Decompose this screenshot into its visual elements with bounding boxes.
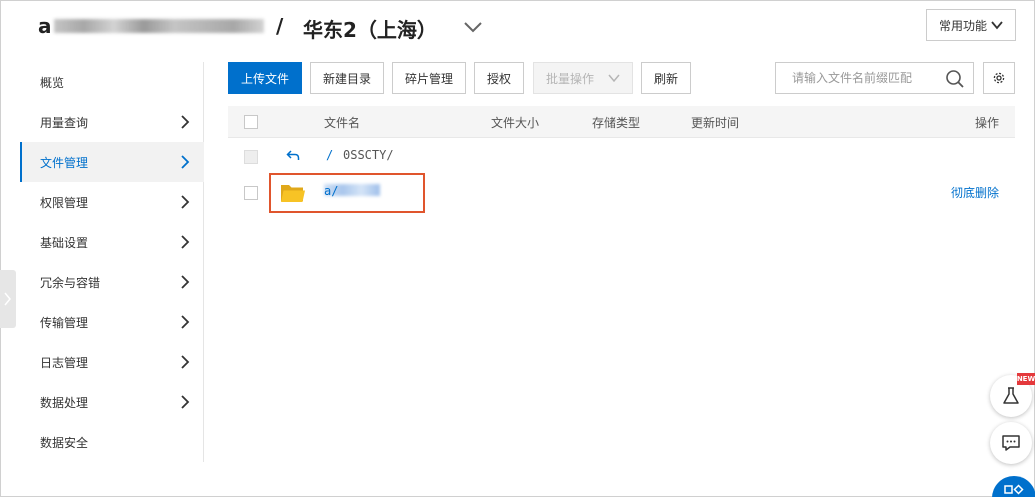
- sidebar-item-label: 权限管理: [40, 195, 89, 210]
- breadcrumb-path: 0SSCTY/: [343, 148, 394, 162]
- column-file-size: 文件大小: [491, 116, 540, 130]
- table-row-parent: / 0SSCTY/: [228, 138, 1015, 176]
- column-storage-type: 存储类型: [592, 116, 641, 130]
- bucket-name-prefix: a: [38, 14, 52, 38]
- chevron-right-icon: [4, 292, 11, 306]
- column-file-name: 文件名: [324, 116, 361, 130]
- settings-button[interactable]: [983, 62, 1015, 94]
- sidebar-item-transfer[interactable]: 传输管理: [20, 302, 204, 342]
- chevron-down-icon: [608, 74, 620, 83]
- search-input[interactable]: [792, 71, 942, 85]
- sidebar-item-usage[interactable]: 用量查询: [20, 102, 204, 142]
- select-all-checkbox[interactable]: [244, 115, 258, 129]
- sidebar-item-label: 冗余与容错: [40, 275, 101, 290]
- chevron-right-icon: [181, 115, 190, 129]
- batch-operations-button: 批量操作: [533, 62, 633, 94]
- sidebar-item-label: 文件管理: [40, 155, 89, 170]
- bucket-name-redacted: [53, 19, 264, 33]
- breadcrumb-root-link[interactable]: /: [326, 148, 333, 162]
- header-separator: /: [276, 14, 284, 38]
- sidebar-collapse-handle[interactable]: [0, 270, 16, 328]
- search-icon[interactable]: [945, 69, 965, 89]
- back-arrow-icon[interactable]: [286, 148, 300, 162]
- sidebar-item-basic-settings[interactable]: 基础设置: [20, 222, 204, 262]
- gear-icon: [993, 72, 1005, 84]
- sidebar-item-overview[interactable]: 概览: [20, 62, 204, 102]
- chevron-right-icon: [181, 355, 190, 369]
- upload-file-button[interactable]: 上传文件: [228, 62, 302, 94]
- chevron-right-icon: [181, 315, 190, 329]
- sidebar-item-logs[interactable]: 日志管理: [20, 342, 204, 382]
- sidebar-item-label: 概览: [40, 75, 65, 90]
- common-functions-label: 常用功能: [938, 18, 987, 33]
- chevron-right-icon: [181, 275, 190, 289]
- chevron-right-icon: [181, 235, 190, 249]
- sidebar-item-label: 日志管理: [40, 355, 89, 370]
- sidebar-item-label: 基础设置: [40, 235, 89, 250]
- sidebar: 概览 用量查询 文件管理 权限管理 基础设置 冗余与容错 传输管理 日志管理 数…: [20, 62, 204, 462]
- row-checkbox[interactable]: [244, 186, 258, 200]
- page-header: a / 华东2（上海） 常用功能: [0, 0, 1035, 56]
- row-checkbox: [244, 150, 258, 164]
- chat-button[interactable]: [990, 422, 1032, 464]
- sidebar-item-label: 用量查询: [40, 115, 89, 130]
- chevron-right-icon: [181, 195, 190, 209]
- fragment-management-button[interactable]: 碎片管理: [392, 62, 466, 94]
- search-box: [775, 62, 974, 94]
- sidebar-item-data-security[interactable]: 数据安全: [20, 422, 204, 462]
- file-table-header: 文件名 文件大小 存储类型 更新时间 操作: [228, 106, 1015, 138]
- chevron-down-icon: [991, 21, 1003, 30]
- region-label: 华东2（上海）: [303, 18, 437, 42]
- batch-operations-label: 批量操作: [545, 71, 594, 86]
- new-folder-button[interactable]: 新建目录: [310, 62, 384, 94]
- new-badge: NEW: [1016, 373, 1035, 385]
- flask-icon: [1003, 387, 1019, 404]
- common-functions-button[interactable]: 常用功能: [926, 9, 1016, 41]
- chevron-right-icon: [181, 155, 190, 169]
- refresh-button[interactable]: 刷新: [641, 62, 691, 94]
- sidebar-item-data-processing[interactable]: 数据处理: [20, 382, 204, 422]
- sidebar-item-redundancy[interactable]: 冗余与容错: [20, 262, 204, 302]
- shapes-icon: [1004, 484, 1024, 495]
- authorize-button[interactable]: 授权: [474, 62, 524, 94]
- sidebar-item-label: 传输管理: [40, 315, 89, 330]
- chevron-right-icon: [181, 395, 190, 409]
- sidebar-item-label: 数据处理: [40, 395, 89, 410]
- sidebar-item-label: 数据安全: [40, 435, 89, 450]
- chevron-down-icon[interactable]: [462, 16, 484, 38]
- chat-icon: [1002, 435, 1020, 451]
- highlight-box: [269, 173, 425, 213]
- permanent-delete-link[interactable]: 彻底删除: [951, 184, 999, 201]
- sidebar-item-file-management[interactable]: 文件管理: [20, 142, 204, 182]
- column-actions: 操作: [974, 116, 999, 130]
- column-updated-time: 更新时间: [691, 116, 740, 130]
- bucket-name: a: [38, 14, 264, 38]
- sidebar-item-permissions[interactable]: 权限管理: [20, 182, 204, 222]
